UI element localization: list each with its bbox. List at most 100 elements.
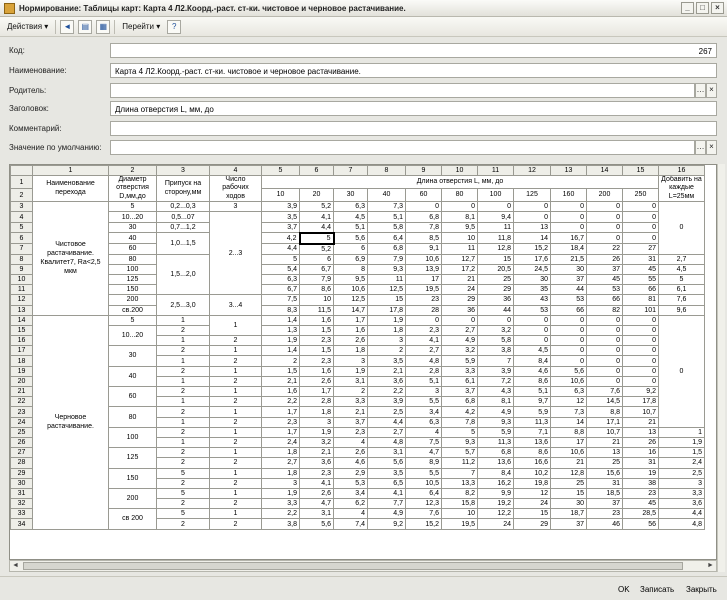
value-cell[interactable]: 3,5: [367, 467, 406, 479]
value-cell[interactable]: 101: [622, 304, 659, 316]
value-cell[interactable]: 53: [550, 294, 587, 306]
value-cell[interactable]: 17: [405, 273, 442, 286]
value-cell[interactable]: 3,9: [367, 396, 406, 408]
value-cell[interactable]: 14: [513, 232, 551, 245]
vertical-scrollbar[interactable]: [717, 164, 725, 572]
diameter-cell[interactable]: 10...20: [108, 324, 157, 347]
value-cell[interactable]: 5,5: [405, 396, 442, 408]
value-cell[interactable]: 4: [333, 436, 368, 449]
value-cell[interactable]: 5,1: [405, 375, 442, 388]
diameter-cell[interactable]: 200: [108, 487, 157, 510]
value-cell[interactable]: 1,9: [367, 314, 406, 326]
value-cell[interactable]: 12,5: [367, 284, 406, 296]
diameter-cell[interactable]: 40: [108, 365, 157, 388]
add-value-cell[interactable]: 0: [658, 201, 705, 255]
allowance-cell[interactable]: 5: [156, 487, 210, 500]
value-cell[interactable]: 7,6: [586, 386, 623, 398]
value-cell[interactable]: 13,9: [405, 263, 442, 275]
value-cell[interactable]: 13: [513, 221, 551, 234]
value-cell[interactable]: 0: [550, 201, 587, 213]
value-cell[interactable]: 5,9: [513, 406, 551, 418]
value-cell[interactable]: 3,1: [367, 447, 406, 459]
value-cell[interactable]: 6,3: [405, 416, 442, 428]
allowance-cell[interactable]: 5: [156, 508, 210, 520]
value-cell[interactable]: 9,5: [441, 221, 478, 234]
value-cell[interactable]: 0: [513, 201, 551, 213]
value-cell[interactable]: 2: [261, 355, 300, 367]
allowance-cell[interactable]: 2: [156, 498, 210, 510]
value-cell[interactable]: 1,5: [261, 365, 300, 377]
value-cell[interactable]: 6,7: [261, 284, 300, 296]
value-cell[interactable]: 3,9: [261, 201, 300, 213]
allowance-cell[interactable]: 1: [156, 436, 210, 449]
value-cell[interactable]: 31: [622, 457, 659, 469]
allowance-cell[interactable]: 5: [156, 467, 210, 479]
value-cell[interactable]: 1,4: [261, 345, 300, 357]
value-cell[interactable]: 23: [622, 487, 659, 500]
value-cell[interactable]: 29: [477, 284, 514, 296]
allowance-cell[interactable]: 2,5...3,0: [156, 294, 210, 316]
value-cell[interactable]: 15,8: [441, 498, 478, 510]
value-cell[interactable]: 1,7: [333, 314, 368, 326]
value-cell[interactable]: 26: [622, 436, 659, 449]
passes-cell[interactable]: 1: [209, 467, 262, 479]
passes-cell[interactable]: 2: [209, 436, 262, 449]
value-cell[interactable]: 5,4: [261, 263, 300, 275]
value-cell[interactable]: 2,3: [261, 416, 300, 428]
value-cell[interactable]: 56: [622, 518, 659, 530]
add-value-cell[interactable]: 4,4: [658, 508, 705, 520]
value-cell[interactable]: 6,2: [333, 498, 368, 510]
value-cell[interactable]: 16,2: [477, 477, 514, 489]
value-cell[interactable]: 19,5: [441, 518, 478, 530]
value-cell[interactable]: 29: [441, 294, 478, 306]
horizontal-scrollbar[interactable]: ◄ ►: [9, 560, 717, 572]
value-cell[interactable]: 0: [586, 211, 623, 223]
save-document-icon[interactable]: ▦: [96, 19, 111, 34]
value-cell[interactable]: 0: [477, 201, 514, 213]
passes-cell[interactable]: 3: [209, 201, 262, 213]
value-cell[interactable]: 0: [586, 345, 623, 357]
value-cell[interactable]: 7,8: [441, 416, 478, 428]
allowance-cell[interactable]: 1: [156, 335, 210, 347]
value-cell[interactable]: 2,9: [333, 467, 368, 479]
value-cell[interactable]: 5,6: [367, 457, 406, 469]
scroll-right-icon[interactable]: ►: [705, 561, 716, 571]
value-cell[interactable]: 18,7: [550, 508, 587, 520]
add-value-cell[interactable]: 4,5: [658, 263, 705, 275]
value-cell[interactable]: 7,8: [405, 221, 442, 234]
add-per-25mm-header[interactable]: Добавить на каждые L=25мм: [658, 174, 705, 203]
value-cell[interactable]: 8,3: [261, 304, 300, 316]
diameter-cell[interactable]: 30: [108, 221, 157, 234]
value-cell[interactable]: 37: [586, 498, 623, 510]
add-value-cell[interactable]: 1,9: [658, 436, 705, 449]
value-cell[interactable]: 6,3: [550, 386, 587, 398]
value-cell[interactable]: 1,9: [333, 365, 368, 377]
value-cell[interactable]: 2,1: [261, 375, 300, 388]
passes-cell[interactable]: 2: [209, 375, 262, 388]
value-cell[interactable]: 37: [550, 518, 587, 530]
passes-cell[interactable]: 1: [209, 365, 262, 377]
value-cell[interactable]: 37: [586, 263, 623, 275]
value-cell[interactable]: 8,8: [586, 406, 623, 418]
length-header[interactable]: 60: [405, 188, 442, 203]
value-cell[interactable]: 5: [298, 231, 335, 245]
value-cell[interactable]: 9,7: [513, 396, 551, 408]
value-cell[interactable]: 8,4: [477, 467, 514, 479]
passes-cell[interactable]: 2: [209, 518, 262, 530]
name-field[interactable]: Карта 4 Л2.Коорд.-раст. ст-ки. чистовое …: [110, 63, 717, 78]
value-cell[interactable]: 13,3: [441, 477, 478, 489]
close-window-button[interactable]: ×: [711, 2, 724, 14]
value-cell[interactable]: 1,8: [333, 345, 368, 357]
value-cell[interactable]: 0: [441, 201, 478, 213]
value-cell[interactable]: 19,2: [477, 498, 514, 510]
value-cell[interactable]: 9,3: [441, 436, 478, 449]
value-cell[interactable]: 12: [550, 396, 587, 408]
value-cell[interactable]: 4,3: [477, 386, 514, 398]
value-cell[interactable]: 0: [622, 314, 659, 326]
passes-cell[interactable]: 2: [209, 477, 262, 489]
diameter-cell[interactable]: 5: [108, 314, 157, 326]
value-cell[interactable]: 21,5: [550, 253, 587, 265]
add-value-cell[interactable]: 1: [658, 426, 705, 438]
value-cell[interactable]: 0: [513, 314, 551, 326]
value-cell[interactable]: 3,4: [405, 406, 442, 418]
